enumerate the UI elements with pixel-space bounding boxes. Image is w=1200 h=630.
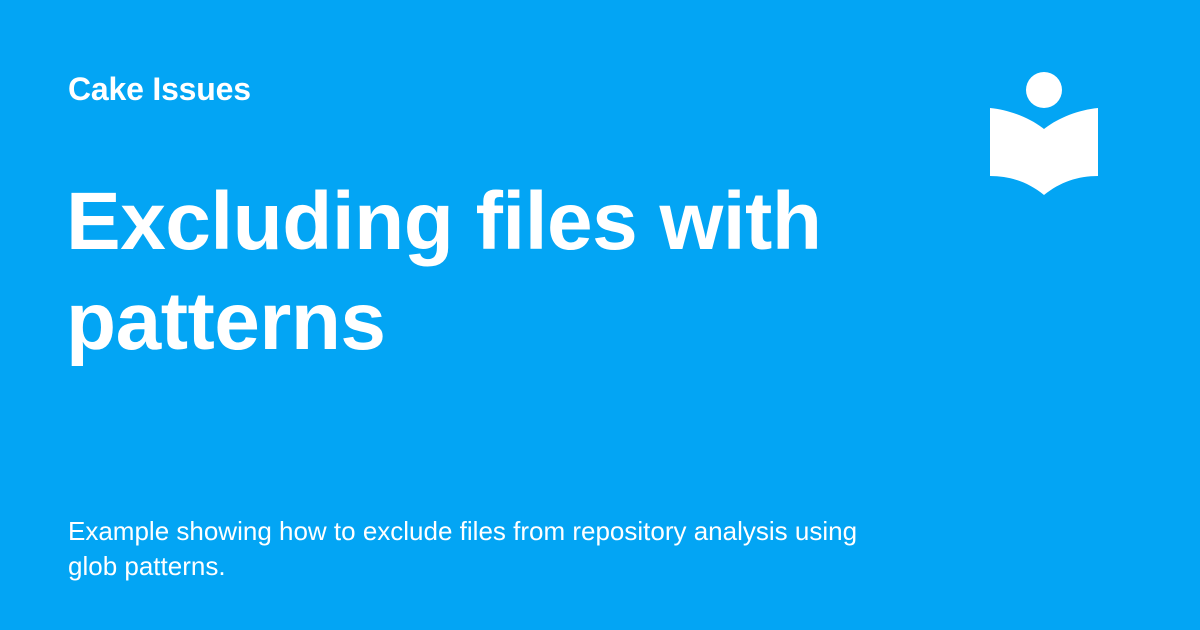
reader-book-icon xyxy=(990,72,1098,195)
site-name: Cake Issues xyxy=(68,71,251,107)
page-description: Example showing how to exclude files fro… xyxy=(68,516,858,581)
social-card: Cake Issues Excluding files with pattern… xyxy=(0,0,1200,630)
page-title: Excluding files with patterns xyxy=(66,176,822,367)
